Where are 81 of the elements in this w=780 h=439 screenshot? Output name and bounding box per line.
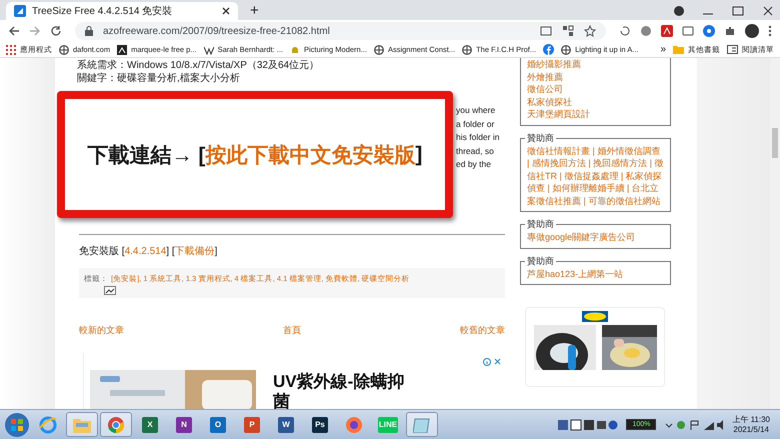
address-field[interactable]: azofreeware.com/2007/09/treesize-free-21082.html bbox=[75, 22, 606, 40]
download-banner[interactable]: 下載連結→ [按此下載中文免安裝版] bbox=[57, 91, 453, 218]
maximize-icon[interactable] bbox=[732, 6, 744, 16]
reader-icon[interactable] bbox=[540, 26, 552, 36]
taskbar-app[interactable]: Ps bbox=[304, 412, 336, 437]
menu-icon[interactable] bbox=[768, 25, 772, 37]
article-meta: 系統需求：Windows 10/8.x/7/Vista/XP（32及64位元） bbox=[77, 59, 320, 72]
image-icon bbox=[117, 44, 128, 54]
app-icon: W bbox=[278, 416, 294, 432]
app-icon: N bbox=[176, 416, 192, 432]
article-text: a folder or bbox=[456, 118, 496, 130]
taskbar-app[interactable]: P bbox=[236, 412, 268, 437]
bookmark[interactable] bbox=[543, 44, 554, 55]
shield-icon[interactable] bbox=[703, 25, 715, 37]
taskbar-app[interactable]: X bbox=[134, 412, 166, 437]
article-text: ed by the bbox=[456, 158, 492, 171]
extension-icon[interactable] bbox=[640, 25, 652, 37]
box-legend: 贊助商 bbox=[525, 254, 556, 266]
browser-tab[interactable]: TreeSize Free 4.4.2.514 免安裝 bbox=[6, 2, 238, 20]
folder-icon bbox=[673, 45, 684, 54]
new-tab-button[interactable]: + bbox=[246, 2, 263, 20]
tray-icons[interactable] bbox=[664, 418, 724, 430]
version-label: 免安裝版 bbox=[79, 246, 119, 257]
app-icon: P bbox=[244, 416, 260, 432]
reload-icon[interactable] bbox=[50, 25, 62, 37]
app-icon: LINE bbox=[378, 416, 398, 432]
bell-icon bbox=[290, 44, 300, 54]
folder-icon bbox=[73, 416, 91, 432]
article-meta: 關鍵字：硬碟容量分析,檔案大小分析 bbox=[77, 72, 241, 85]
profile-icon[interactable] bbox=[674, 6, 684, 16]
bracket-text: [ bbox=[122, 246, 125, 257]
globe-icon bbox=[59, 44, 69, 54]
image-icon bbox=[104, 286, 116, 295]
list-icon bbox=[727, 45, 738, 54]
page-icon bbox=[14, 5, 26, 17]
tray-icons[interactable] bbox=[558, 418, 618, 430]
back-icon[interactable] bbox=[8, 25, 20, 37]
ad-headline[interactable]: UV紫外線-除螨抑 bbox=[273, 372, 404, 392]
taskbar-app[interactable] bbox=[100, 412, 132, 437]
globe-icon bbox=[462, 44, 472, 54]
star-icon[interactable] bbox=[584, 25, 596, 37]
app-icon: Ps bbox=[312, 416, 328, 432]
clock-date[interactable]: 2021/5/14 bbox=[733, 424, 769, 434]
pdf-icon[interactable] bbox=[661, 25, 673, 37]
wiki-icon bbox=[204, 44, 214, 54]
article-text: his folder in bbox=[456, 131, 500, 144]
app-icon: O bbox=[210, 416, 226, 432]
cast-icon[interactable] bbox=[682, 25, 694, 37]
puzzle-icon[interactable] bbox=[724, 25, 736, 37]
globe-icon bbox=[374, 44, 384, 54]
ie-icon bbox=[39, 416, 57, 434]
qr-icon[interactable] bbox=[562, 25, 574, 37]
scrollbar[interactable] bbox=[770, 58, 780, 409]
bracket-text: ] bbox=[415, 142, 422, 166]
history-icon[interactable] bbox=[619, 25, 631, 37]
clock-time[interactable]: 上午 11:30 bbox=[732, 414, 770, 424]
close-icon[interactable] bbox=[222, 7, 230, 15]
notes-icon bbox=[413, 416, 431, 432]
info-icon[interactable] bbox=[483, 358, 491, 366]
more-bookmarks[interactable]: » bbox=[660, 44, 666, 55]
article-text: you where bbox=[456, 104, 496, 117]
lock-icon bbox=[85, 26, 93, 36]
app-icon: X bbox=[142, 416, 158, 432]
firefox-icon bbox=[345, 416, 363, 434]
box-legend: 贊助商 bbox=[525, 218, 556, 230]
apps-icon bbox=[6, 44, 16, 54]
taskbar-app[interactable]: W bbox=[270, 412, 302, 437]
logo-icon bbox=[582, 311, 608, 322]
globe-icon bbox=[561, 44, 572, 54]
close-icon[interactable] bbox=[762, 6, 774, 16]
chrome-icon bbox=[107, 416, 125, 434]
bracket-text: ] [ bbox=[166, 246, 175, 257]
start-button[interactable] bbox=[4, 412, 30, 438]
taskbar-app[interactable]: N bbox=[168, 412, 200, 437]
download-label: 下載連結→ [ bbox=[88, 142, 206, 168]
box-legend: 贊助商 bbox=[525, 132, 556, 144]
taskbar-app[interactable] bbox=[406, 412, 438, 437]
taskbar-app[interactable]: O bbox=[202, 412, 234, 437]
bracket-text: ] bbox=[214, 246, 218, 257]
article-text: thread, so bbox=[456, 144, 495, 158]
avatar-icon[interactable] bbox=[745, 24, 759, 38]
